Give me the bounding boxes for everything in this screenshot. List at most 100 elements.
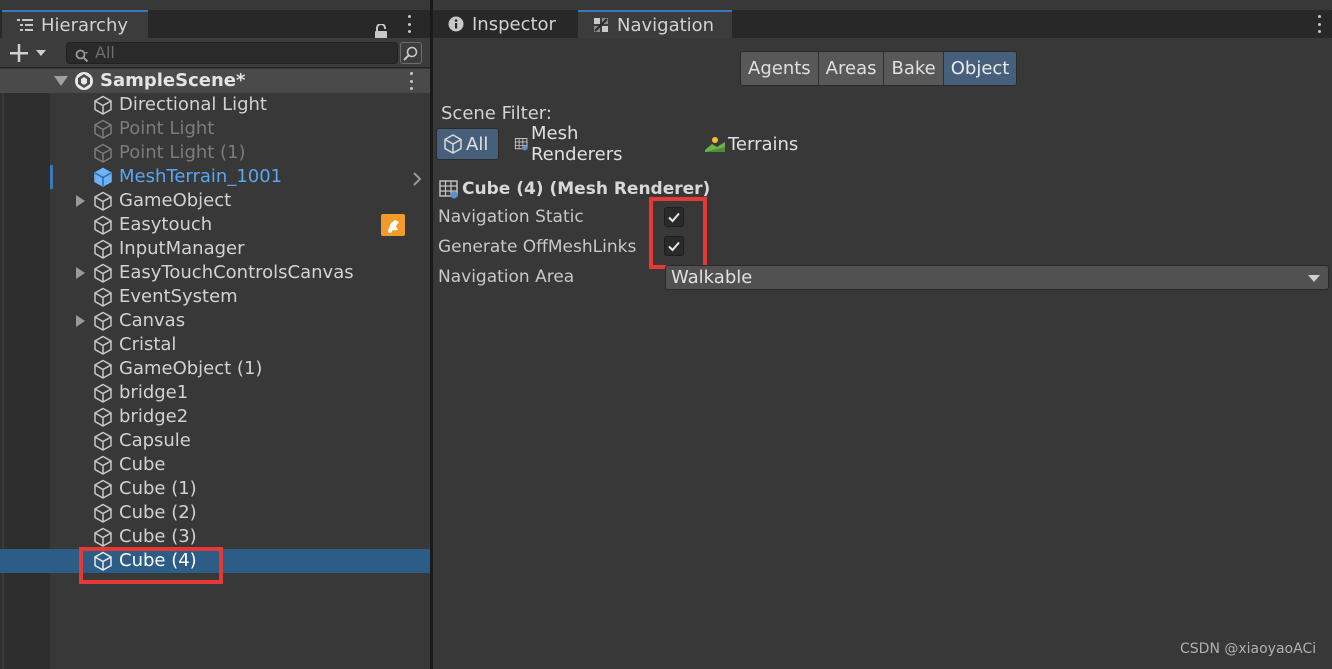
expand-arrow-icon[interactable]: [76, 315, 85, 327]
search-input[interactable]: All: [66, 42, 398, 64]
filter-terrains-label: Terrains: [728, 133, 799, 155]
generate-offmeshlinks-label: Generate OffMeshLinks: [438, 237, 637, 257]
hierarchy-item-label: Canvas: [119, 310, 186, 331]
filter-all-button[interactable]: All: [436, 128, 499, 160]
create-button[interactable]: [8, 42, 50, 64]
hierarchy-item-label: EasyTouchControlsCanvas: [119, 262, 354, 283]
tab-inspector-label: Inspector: [472, 13, 556, 35]
hierarchy-item[interactable]: bridge2: [0, 405, 430, 429]
gameobject-cube-icon: [93, 311, 113, 331]
mesh-renderer-icon: [514, 138, 528, 151]
hierarchy-item-label: Easytouch: [119, 214, 213, 235]
hierarchy-item[interactable]: Cube (2): [0, 501, 430, 525]
hierarchy-panel: Hierarchy All SampleScene* Directional L…: [0, 0, 430, 669]
gameobject-cube-icon: [93, 383, 113, 403]
gameobject-cube-icon: [93, 335, 113, 355]
hierarchy-item[interactable]: Canvas: [0, 309, 430, 333]
inspector-menu-icon[interactable]: [1316, 15, 1322, 33]
prefab-cube-icon: [93, 167, 113, 187]
hierarchy-item-label: Cube: [119, 454, 166, 475]
gameobject-cube-icon: [93, 287, 113, 307]
watermark: CSDN @xiaoyaoACi: [1180, 641, 1317, 657]
navigation-mode-toolbar: Agents Areas Bake Object: [740, 51, 1018, 86]
hierarchy-item[interactable]: Cube (3): [0, 525, 430, 549]
filter-mesh-renderers-button[interactable]: Mesh Renderers: [514, 123, 630, 165]
info-icon: [447, 15, 465, 33]
gameobject-cube-icon: [93, 191, 113, 211]
hierarchy-item-label: MeshTerrain_1001: [119, 166, 283, 187]
hierarchy-item[interactable]: InputManager: [0, 237, 430, 261]
hierarchy-item[interactable]: Easytouch: [0, 213, 430, 237]
gameobject-cube-icon: [93, 479, 113, 499]
scene-filter-label: Scene Filter:: [441, 103, 552, 124]
scene-expand-arrow[interactable]: [54, 76, 68, 86]
hierarchy-item[interactable]: MeshTerrain_1001: [0, 165, 430, 189]
hierarchy-item-label: Cube (3): [119, 526, 197, 547]
search-mode-button[interactable]: [400, 42, 422, 64]
gameobject-cube-icon: [93, 95, 113, 115]
bake-button[interactable]: Bake: [884, 52, 944, 85]
hierarchy-item[interactable]: Cube: [0, 453, 430, 477]
navigation-icon: [592, 16, 610, 34]
gameobject-cube-icon: [93, 527, 113, 547]
object-title-text: Cube (4) (Mesh Renderer): [462, 179, 711, 199]
scene-name: SampleScene*: [100, 70, 246, 91]
tab-inspector[interactable]: Inspector: [433, 10, 575, 38]
scene-menu-icon[interactable]: [408, 72, 414, 90]
expand-arrow-icon[interactable]: [76, 267, 85, 279]
tab-navigation[interactable]: Navigation: [578, 10, 732, 38]
hierarchy-item[interactable]: EasyTouchControlsCanvas: [0, 261, 430, 285]
gameobject-cube-icon: [93, 359, 113, 379]
gameobject-cube-icon: [93, 143, 113, 163]
terrain-icon: [705, 137, 725, 152]
tab-navigation-label: Navigation: [617, 14, 715, 36]
hierarchy-tabbar: Hierarchy: [0, 10, 430, 39]
filter-terrains-button[interactable]: Terrains: [704, 128, 798, 160]
hierarchy-item-label: Point Light: [119, 118, 215, 139]
navigation-area-value: Walkable: [671, 267, 753, 288]
gameobject-cube-icon: [93, 503, 113, 523]
hierarchy-item-label: GameObject (1): [119, 358, 263, 379]
navigation-panel: Inspector Navigation Agents Areas Bake O…: [433, 0, 1332, 669]
gameobject-cube-icon: [93, 215, 113, 235]
areas-button[interactable]: Areas: [818, 52, 885, 85]
hierarchy-toolbar: All: [0, 38, 430, 68]
hierarchy-item-label: Point Light (1): [119, 142, 246, 163]
hierarchy-item[interactable]: GameObject (1): [0, 357, 430, 381]
open-prefab-icon[interactable]: [412, 170, 422, 186]
hierarchy-item[interactable]: bridge1: [0, 381, 430, 405]
hierarchy-item-label: Directional Light: [119, 94, 267, 115]
navigation-area-label: Navigation Area: [438, 267, 575, 287]
hierarchy-item[interactable]: Directional Light: [0, 93, 430, 117]
hierarchy-item-label: InputManager: [119, 238, 245, 259]
hierarchy-item-label: EventSystem: [119, 286, 238, 307]
hierarchy-item[interactable]: Point Light: [0, 117, 430, 141]
agents-button[interactable]: Agents: [741, 52, 819, 85]
inspector-tabbar: Inspector Navigation: [433, 10, 1332, 38]
tab-hierarchy[interactable]: Hierarchy: [2, 10, 148, 38]
hierarchy-item-label: bridge2: [119, 406, 189, 427]
hierarchy-item[interactable]: EventSystem: [0, 285, 430, 309]
hierarchy-item-label: Cube (2): [119, 502, 197, 523]
object-button[interactable]: Object: [943, 52, 1017, 85]
navigation-area-dropdown[interactable]: Walkable: [665, 265, 1329, 290]
cube-icon: [444, 134, 462, 154]
hierarchy-item[interactable]: Capsule: [0, 429, 430, 453]
hierarchy-item[interactable]: GameObject: [0, 189, 430, 213]
gameobject-cube-icon: [93, 455, 113, 475]
hierarchy-menu-icon[interactable]: [406, 15, 412, 33]
scene-search-icon: [403, 46, 418, 61]
hierarchy-item[interactable]: Cube (1): [0, 477, 430, 501]
highlight-box-checkboxes: [649, 197, 707, 269]
search-placeholder: All: [95, 43, 115, 62]
hierarchy-item-label: Capsule: [119, 430, 191, 451]
search-icon: [75, 47, 89, 63]
hierarchy-item-label: bridge1: [119, 382, 189, 403]
easytouch-icon: [381, 214, 405, 236]
mesh-renderer-icon: [439, 180, 458, 199]
scene-header[interactable]: SampleScene*: [0, 69, 430, 93]
plus-icon: [10, 44, 46, 62]
expand-arrow-icon[interactable]: [76, 195, 85, 207]
hierarchy-item[interactable]: Cristal: [0, 333, 430, 357]
hierarchy-item[interactable]: Point Light (1): [0, 141, 430, 165]
